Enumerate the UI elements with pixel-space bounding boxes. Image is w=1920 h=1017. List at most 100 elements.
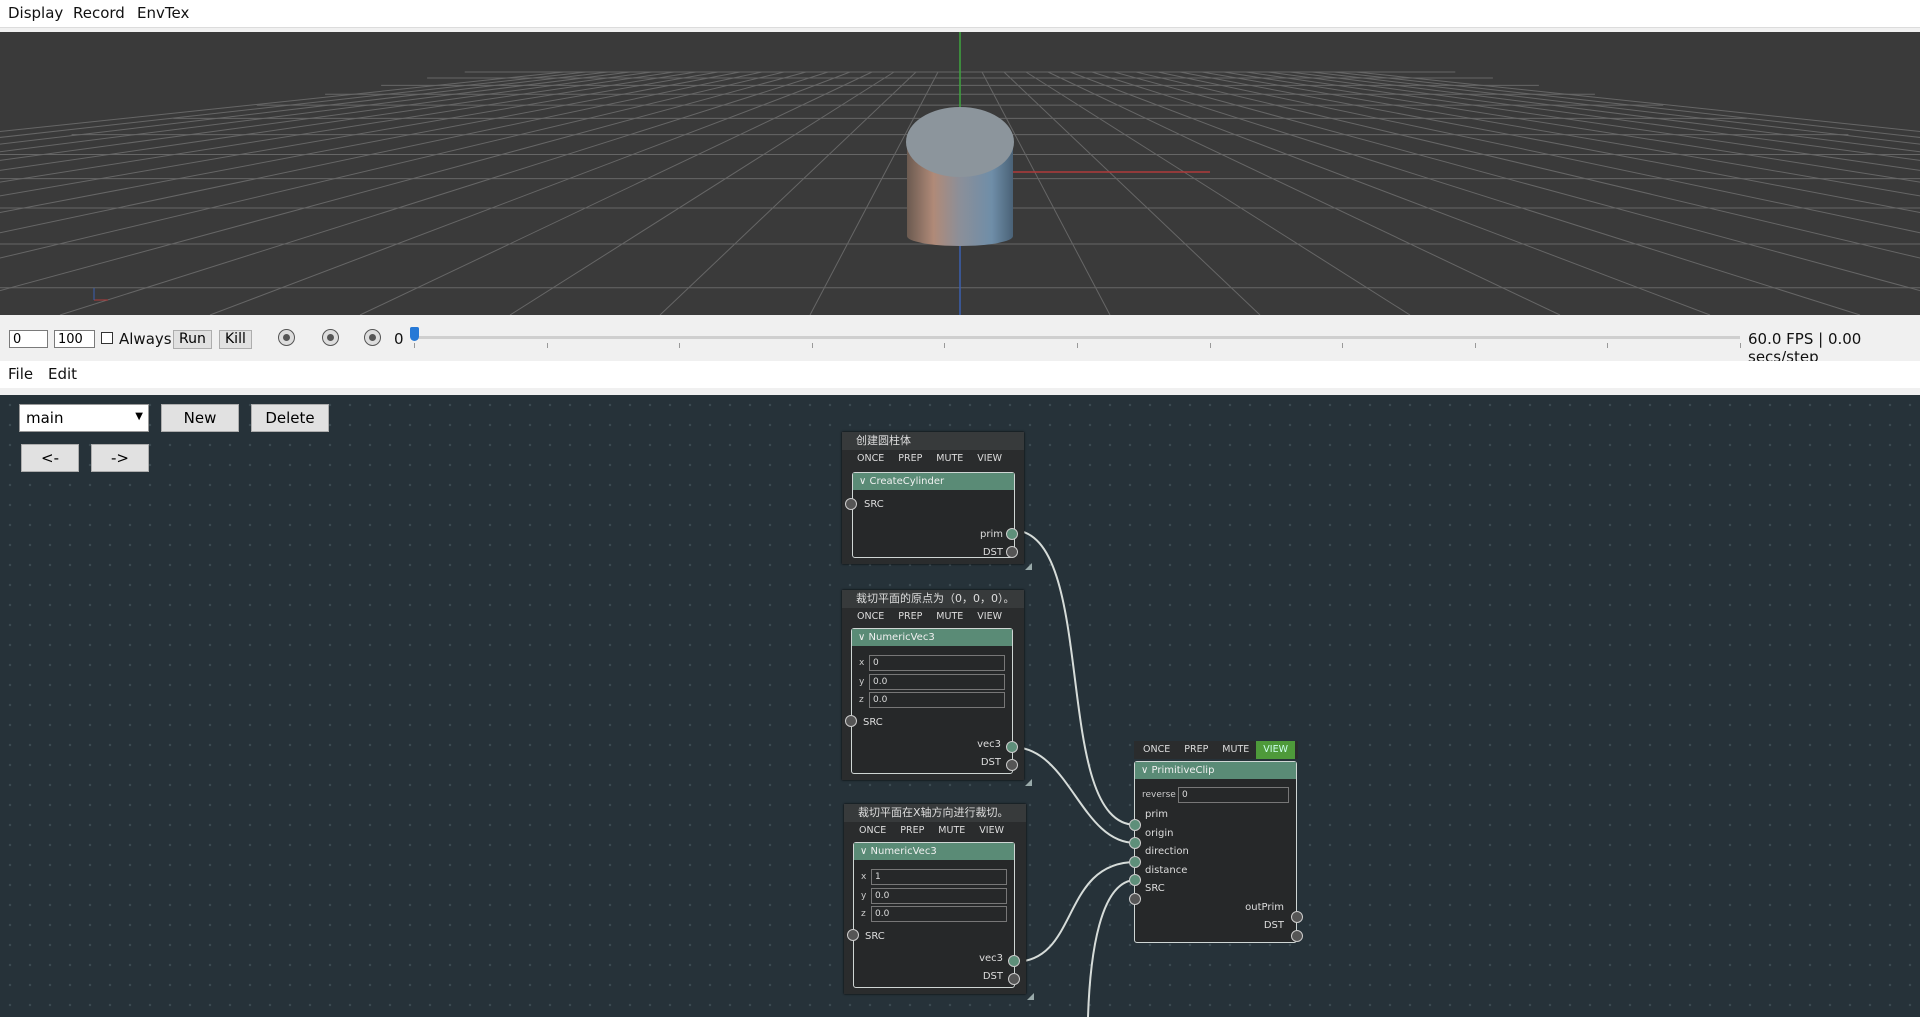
delete-graph-button[interactable]: Delete (251, 404, 329, 432)
resize-handle[interactable] (1025, 779, 1032, 786)
node-editor-canvas[interactable]: main ▼ New Delete <- -> 创建圆柱体 ONCE PREP … (0, 395, 1920, 1017)
prim-input-port[interactable] (1129, 819, 1141, 831)
slider-tick (546, 343, 548, 348)
menu-envtex[interactable]: EnvTex (137, 4, 189, 22)
src-port[interactable] (1129, 893, 1141, 905)
flag-prep[interactable]: PREP (891, 450, 929, 468)
z-input[interactable]: 0.0 (871, 906, 1007, 922)
slider-tick (811, 343, 813, 348)
distance-input-port[interactable] (1129, 874, 1141, 886)
frame-slider-track[interactable] (414, 336, 1740, 339)
direction-input-port[interactable] (1129, 856, 1141, 868)
reverse-input[interactable]: 0 (1178, 787, 1289, 803)
resize-handle[interactable] (1027, 993, 1034, 1000)
flag-mute[interactable]: MUTE (931, 822, 972, 840)
y-label: y (861, 891, 867, 901)
grid-line (1135, 71, 1920, 259)
grid-line (1311, 71, 1920, 145)
dst-port[interactable] (1006, 546, 1018, 558)
flag-view[interactable]: VIEW (972, 822, 1011, 840)
flag-once[interactable]: ONCE (850, 450, 891, 468)
dst-port[interactable] (1006, 759, 1018, 771)
origin-input-port[interactable] (1129, 837, 1141, 849)
flag-once[interactable]: ONCE (852, 822, 893, 840)
back-button[interactable]: <- (21, 444, 79, 472)
src-port[interactable] (847, 929, 859, 941)
flag-view-active[interactable]: VIEW (1256, 741, 1295, 759)
x-input[interactable]: 1 (871, 869, 1007, 885)
3d-viewport[interactable] (0, 32, 1920, 315)
node-primitive-clip[interactable]: ONCE PREP MUTE VIEW ∨ PrimitiveClip reve… (1129, 741, 1303, 947)
grid-line (509, 71, 895, 315)
step-icon[interactable] (364, 329, 381, 346)
direction-input-label: direction (1145, 846, 1189, 857)
grid-line (1333, 71, 1920, 138)
src-label: SRC (863, 717, 883, 728)
slider-tick (679, 343, 681, 348)
graph-select[interactable]: main ▼ (19, 404, 149, 432)
current-frame-label: 0 (394, 330, 404, 348)
flag-view[interactable]: VIEW (970, 450, 1009, 468)
start-frame-input[interactable] (9, 330, 48, 348)
grid-line (1091, 71, 1861, 315)
node-type-header[interactable]: ∨ NumericVec3 (852, 629, 1012, 646)
slider-tick (414, 343, 415, 348)
dst-port[interactable] (1291, 930, 1303, 942)
forward-button[interactable]: -> (91, 444, 149, 472)
frame-slider-handle[interactable] (410, 327, 419, 341)
node-type-header[interactable]: ∨ CreateCylinder (853, 473, 1014, 490)
dst-port[interactable] (1008, 973, 1020, 985)
edge-origin (1011, 746, 1137, 844)
node-direction-vec3[interactable]: 裁切平面在X轴方向进行裁切。 ONCE PREP MUTE VIEW ∨ Num… (844, 804, 1034, 1000)
flag-mute[interactable]: MUTE (929, 608, 970, 626)
menu-display[interactable]: Display (8, 4, 63, 22)
kill-button[interactable]: Kill (219, 330, 252, 349)
node-origin-vec3[interactable]: 裁切平面的原点为（0，0，0）。 ONCE PREP MUTE VIEW ∨ N… (842, 590, 1032, 786)
y-input[interactable]: 0.0 (869, 674, 1005, 690)
always-checkbox[interactable] (101, 332, 113, 344)
x-label: x (861, 872, 867, 882)
menu-file[interactable]: File (8, 365, 33, 383)
flag-prep[interactable]: PREP (1177, 741, 1215, 759)
flag-prep[interactable]: PREP (893, 822, 931, 840)
grid-line (209, 71, 851, 315)
new-graph-button[interactable]: New (161, 404, 239, 432)
dst-label: DST (1263, 920, 1284, 931)
stop-icon[interactable] (278, 329, 295, 346)
grid-line (0, 71, 587, 138)
node-type-header[interactable]: ∨ PrimitiveClip (1135, 762, 1296, 779)
z-input[interactable]: 0.0 (869, 692, 1005, 708)
playback-toolbar: Always Run Kill 0 60.0 FPS | 0.00 secs/s… (0, 316, 1920, 366)
vec3-output-port[interactable] (1008, 955, 1020, 967)
chevron-down-icon: ▼ (135, 411, 143, 422)
outprim-output-port[interactable] (1291, 911, 1303, 923)
flag-mute[interactable]: MUTE (1215, 741, 1256, 759)
node-title: 裁切平面在X轴方向进行裁切。 (844, 804, 1026, 822)
src-port[interactable] (845, 498, 857, 510)
y-input[interactable]: 0.0 (871, 888, 1007, 904)
node-create-cylinder[interactable]: 创建圆柱体 ONCE PREP MUTE VIEW ∨ CreateCylind… (842, 432, 1032, 570)
node-type-label: NumericVec3 (868, 632, 935, 643)
run-button[interactable]: Run (173, 330, 212, 349)
end-frame-input[interactable] (54, 330, 95, 348)
grid-line (0, 71, 807, 292)
src-port[interactable] (845, 715, 857, 727)
flag-mute[interactable]: MUTE (929, 450, 970, 468)
prim-output-port[interactable] (1006, 528, 1018, 540)
y-label: y (859, 677, 865, 687)
dst-label: DST (980, 757, 1001, 768)
vec3-output-port[interactable] (1006, 741, 1018, 753)
reverse-label: reverse (1142, 790, 1176, 800)
flag-once[interactable]: ONCE (1136, 741, 1177, 759)
flag-once[interactable]: ONCE (850, 608, 891, 626)
menu-record[interactable]: Record (73, 4, 125, 22)
node-type-header[interactable]: ∨ NumericVec3 (854, 843, 1014, 860)
pause-icon[interactable] (322, 329, 339, 346)
node-body: ∨ NumericVec3 x 0 y 0.0 z 0.0 SRC vec3 D… (851, 628, 1013, 774)
resize-handle[interactable] (1025, 563, 1032, 570)
flag-view[interactable]: VIEW (970, 608, 1009, 626)
flag-prep[interactable]: PREP (891, 608, 929, 626)
slider-tick (1607, 343, 1609, 348)
x-input[interactable]: 0 (869, 655, 1005, 671)
menu-edit[interactable]: Edit (48, 365, 77, 383)
